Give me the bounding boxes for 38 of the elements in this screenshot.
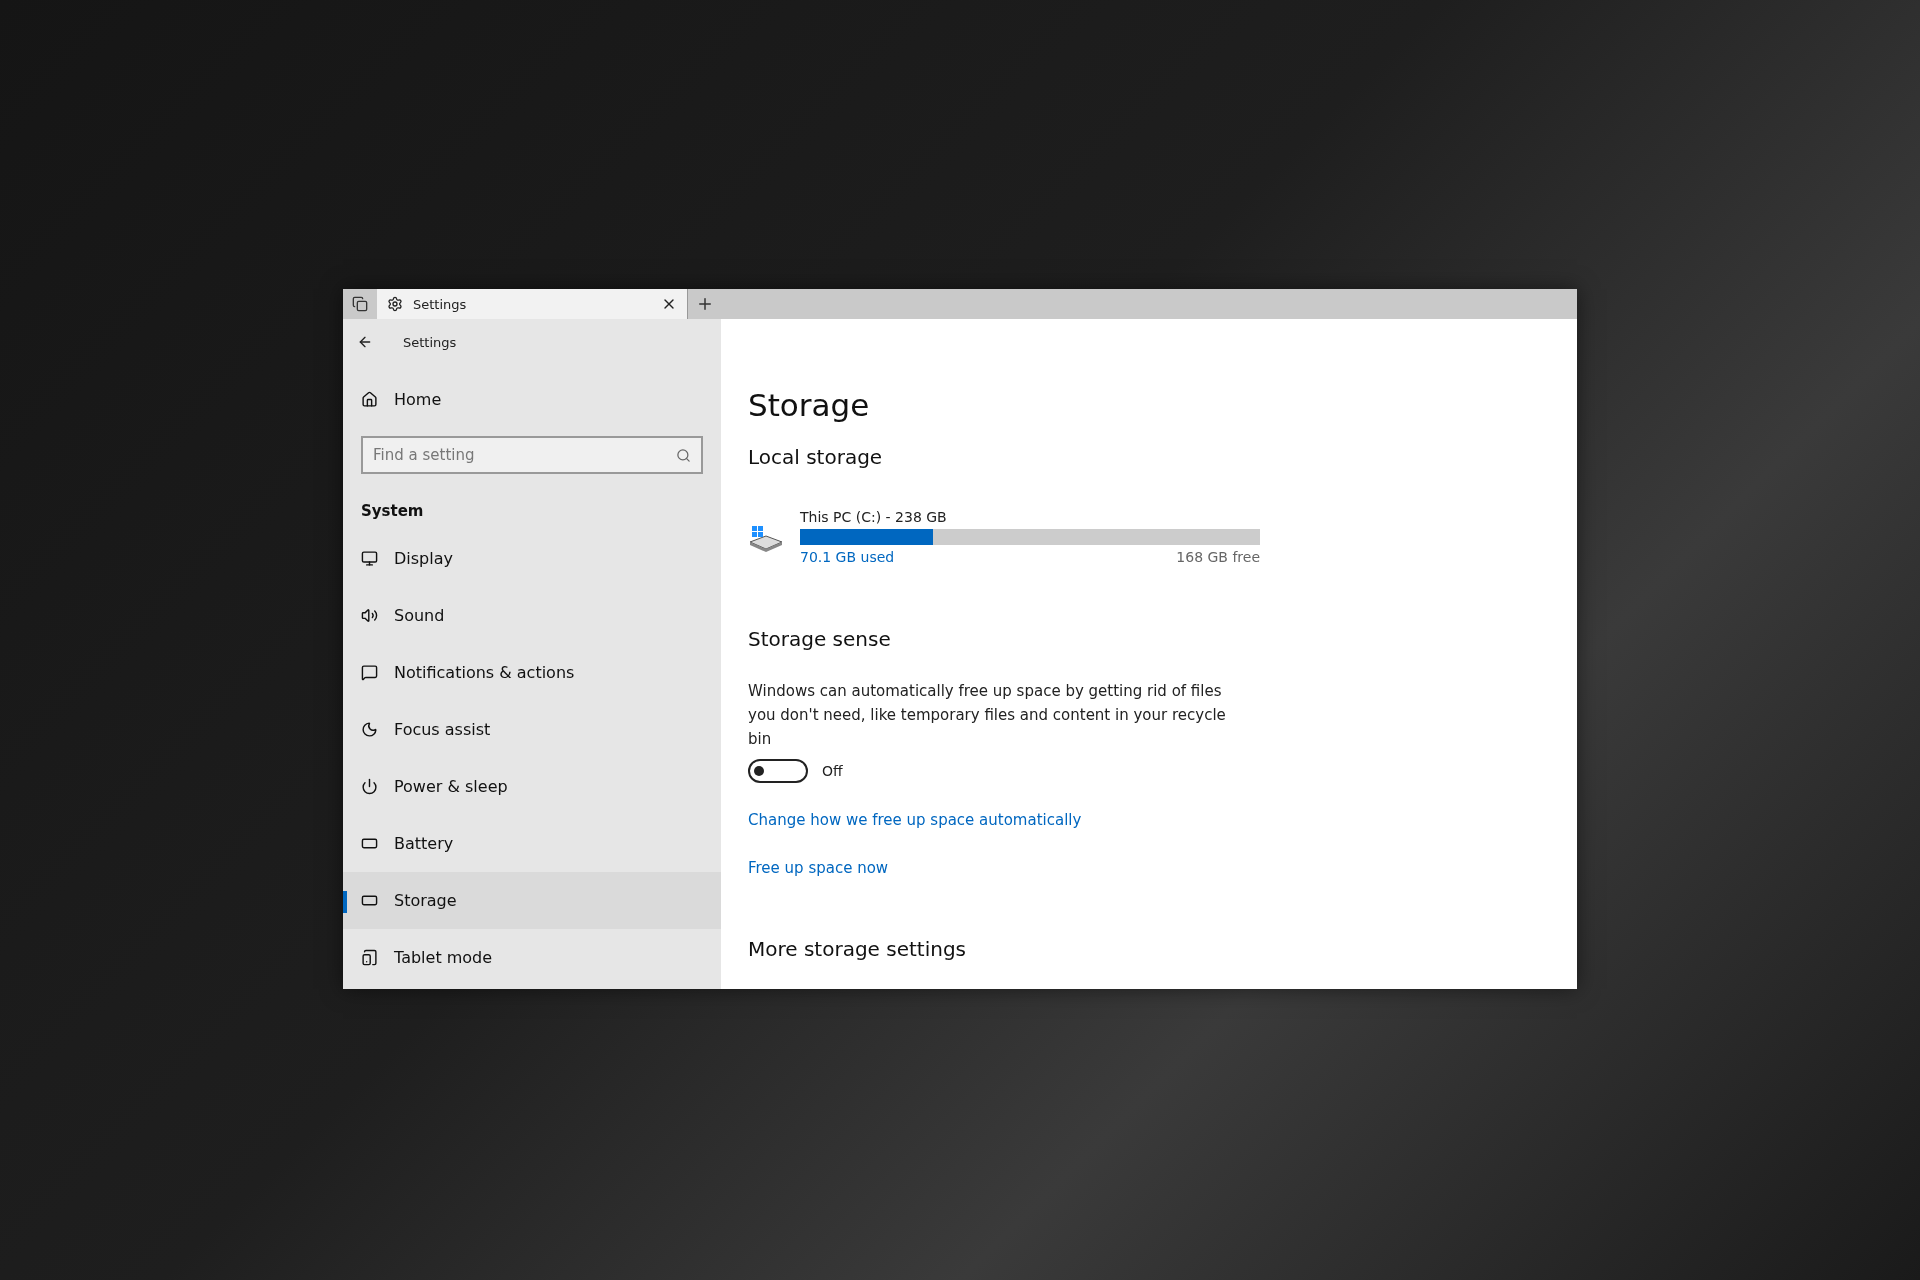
window-copy-icon[interactable]	[352, 296, 368, 312]
home-item[interactable]: Home	[343, 371, 721, 428]
home-icon	[361, 391, 378, 408]
search-icon	[676, 448, 691, 463]
section-heading: More storage settings	[748, 937, 968, 961]
monitor-icon	[361, 550, 378, 567]
nav-item[interactable]: Display	[343, 530, 721, 587]
nav-item[interactable]: Sound	[343, 587, 721, 644]
speaker-icon	[361, 607, 378, 624]
nav-item[interactable]: Storage	[343, 872, 721, 929]
back-icon[interactable]	[357, 334, 373, 350]
section-heading: Local storage	[748, 445, 884, 469]
toggle-label: Off	[822, 763, 843, 779]
nav-item[interactable]: Power & sleep	[343, 758, 721, 815]
gear-icon	[387, 296, 403, 312]
used-space: 70.1 GB used	[800, 549, 895, 565]
nav-item[interactable]: Notifications & actions	[343, 644, 721, 701]
page-title: Storage	[748, 387, 871, 423]
speech-bubble-icon	[361, 664, 378, 681]
settings-link[interactable]: Free up space now	[748, 859, 889, 877]
nav-item[interactable]: Battery	[343, 815, 721, 872]
search-field[interactable]: Find a setting	[361, 436, 703, 474]
tablet-icon	[361, 949, 378, 966]
app-title: Settings	[403, 334, 457, 350]
browser-tab[interactable]: Settings	[377, 289, 688, 319]
section-heading: Storage sense	[748, 627, 892, 651]
toggle-switch[interactable]	[748, 759, 808, 783]
description-text: Windows can automatically free up space by getting rid of files you don't need, like temporary files and content in your recycle bin	[748, 681, 1227, 750]
moon-icon	[361, 721, 378, 738]
nav-item[interactable]: Focus assist	[343, 701, 721, 758]
tab-title: Settings	[413, 296, 468, 312]
drive-name[interactable]: This PC (C:) - 238 GB	[800, 509, 1260, 525]
plus-icon[interactable]	[696, 295, 714, 313]
power-icon	[361, 778, 378, 795]
free-space: 168 GB free	[1176, 549, 1260, 565]
settings-link[interactable]: Change how we free up space automatically	[748, 811, 1082, 829]
section-heading: System	[360, 501, 425, 522]
nav-item[interactable]: Tablet mode	[343, 929, 721, 986]
